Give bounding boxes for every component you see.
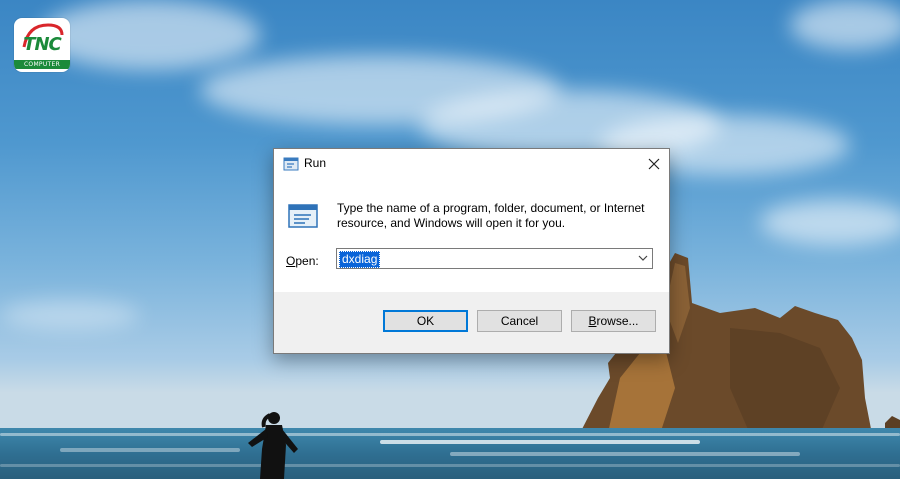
button-bar: OK Cancel Browse... (274, 292, 669, 353)
tnc-computer-logo: TNC COMPUTER (14, 18, 70, 72)
cloud (0, 300, 140, 330)
logo-subtext: COMPUTER (14, 60, 70, 69)
dialog-title: Run (304, 156, 327, 170)
logo-text: TNC (23, 34, 62, 55)
browse-button[interactable]: Browse... (571, 310, 656, 332)
run-dialog: Run Type the name of a program, folder, … (273, 148, 670, 354)
sea (0, 428, 900, 479)
close-button[interactable] (639, 149, 669, 179)
run-icon (283, 157, 299, 171)
cloud (760, 200, 900, 245)
cloud (790, 0, 900, 50)
runner-silhouette (248, 412, 298, 479)
open-combobox[interactable]: dxdiag (336, 248, 653, 269)
close-icon (648, 158, 660, 170)
cancel-button[interactable]: Cancel (477, 310, 562, 332)
title-bar[interactable]: Run (274, 149, 669, 179)
dialog-description: Type the name of a program, folder, docu… (337, 201, 645, 230)
cloud (40, 0, 260, 70)
open-input[interactable]: dxdiag (339, 251, 381, 268)
chevron-down-icon[interactable] (637, 252, 649, 264)
open-label: Open: (286, 254, 319, 268)
ok-button[interactable]: OK (383, 310, 468, 332)
run-icon (288, 204, 318, 228)
